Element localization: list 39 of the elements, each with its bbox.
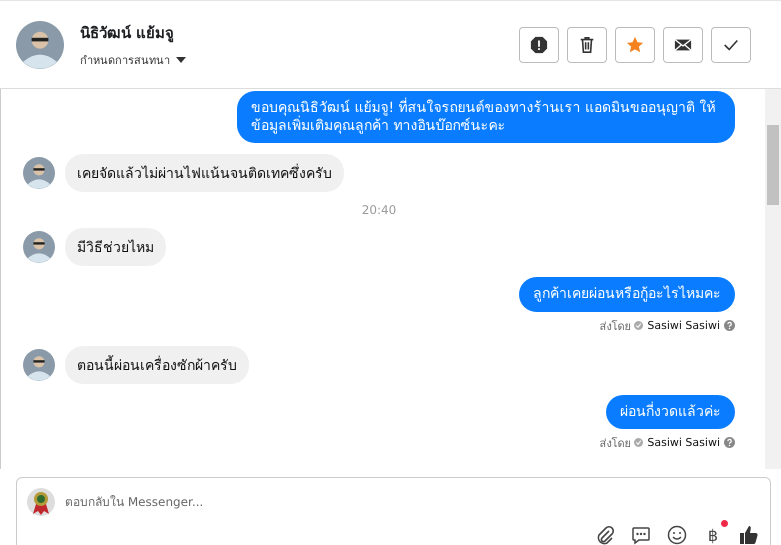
timestamp: 20:40 bbox=[362, 203, 396, 218]
sender-name: Sasiwi Sasiwi bbox=[647, 319, 720, 332]
trash-icon bbox=[578, 36, 596, 54]
verified-icon bbox=[634, 438, 644, 448]
check-button[interactable] bbox=[711, 26, 751, 62]
like-button[interactable] bbox=[738, 524, 760, 545]
conversation-settings-dropdown[interactable]: กำหนดการสนทนา bbox=[80, 50, 519, 68]
sent-by-label: ส่งโดย bbox=[599, 436, 630, 452]
received-message-bubble: เคยจัดแล้วไม่ผ่านไฟแน้นจนติดเทคซึ่งครับ bbox=[65, 154, 344, 192]
received-message-bubble: มีวิธีช่วยไหม bbox=[65, 228, 166, 266]
sender-name: Sasiwi Sasiwi bbox=[647, 436, 720, 450]
caret-icon bbox=[176, 56, 186, 62]
scrollbar[interactable] bbox=[765, 89, 781, 469]
avatar-icon bbox=[23, 348, 55, 381]
mail-button[interactable] bbox=[663, 26, 703, 62]
payment-button[interactable]: ฿ bbox=[702, 524, 724, 545]
avatar-icon bbox=[23, 157, 55, 190]
sent-message-bubble: ขอบคุณนิธิวัฒน์ แย้มจู! ที่สนใจรถยนต์ของทางร้านเรา แอดมินขออนุญาติ ให้ข้อมูลเพิ่มเติมคุณลูกค้า ทางอินบ๊อกซ์นะคะ bbox=[237, 91, 735, 144]
paperclip-icon bbox=[595, 525, 615, 545]
alert-button[interactable] bbox=[519, 26, 559, 62]
alert-icon bbox=[530, 36, 548, 54]
smiley-icon bbox=[667, 525, 687, 545]
star-button[interactable] bbox=[615, 26, 655, 62]
trash-button[interactable] bbox=[567, 26, 607, 62]
avatar-icon bbox=[23, 231, 55, 264]
emoji-button[interactable] bbox=[666, 524, 688, 545]
sent-message-bubble: ลูกค้าเคยผ่อนหรือกู้อะไรไหมคะ bbox=[519, 277, 735, 312]
help-icon bbox=[724, 320, 735, 332]
received-message-bubble: ตอนนี้ผ่อนเครื่องซักผ้าครับ bbox=[65, 346, 249, 384]
avatar-icon bbox=[16, 20, 64, 68]
help-icon bbox=[724, 437, 735, 448]
page-avatar-icon bbox=[27, 488, 55, 516]
thumbs-up-icon bbox=[739, 525, 759, 545]
sent-by-label: ส่งโดย bbox=[599, 318, 630, 335]
speech-bubble-icon bbox=[631, 525, 651, 545]
contact-name: นิธิวัฒน์ แย้มจู bbox=[80, 22, 176, 44]
sent-message-bubble: ผ่อนกี่งวดแล้วค่ะ bbox=[606, 394, 735, 429]
star-icon bbox=[626, 36, 644, 54]
verified-icon bbox=[634, 321, 644, 330]
